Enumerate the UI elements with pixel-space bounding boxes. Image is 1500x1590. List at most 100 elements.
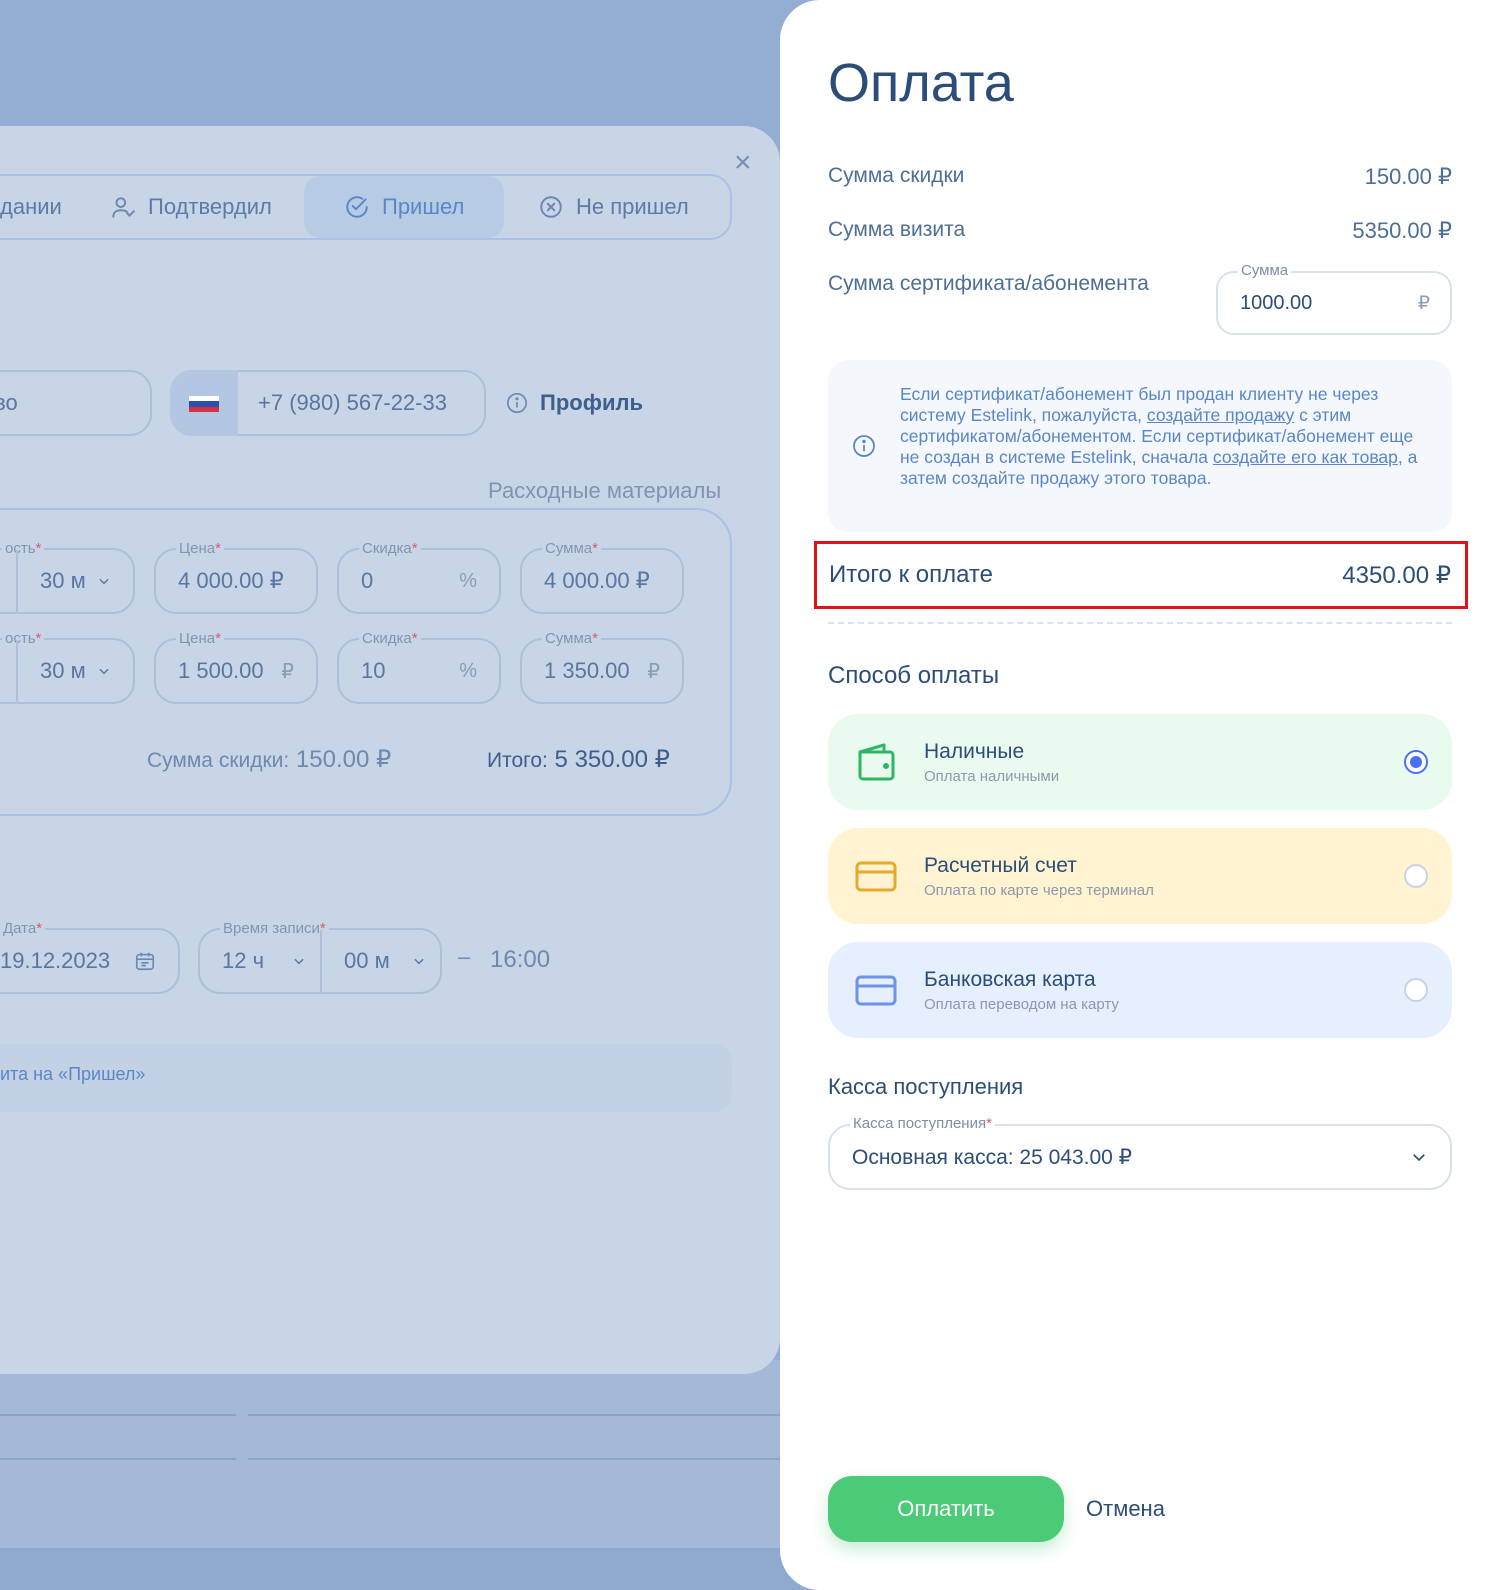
chevron-down-icon: [292, 954, 306, 973]
divider: [248, 1458, 780, 1460]
page-title: Оплата: [828, 53, 1014, 113]
input-value: 1000.00: [1240, 291, 1313, 314]
pay-button[interactable]: Оплатить: [828, 1476, 1064, 1542]
price-field[interactable]: Цена* 1 500.00 ₽: [154, 630, 318, 704]
client-name-value: тво: [0, 390, 18, 415]
currency-unit: ₽: [281, 660, 294, 683]
cashbox-heading: Касса поступления: [828, 1074, 1024, 1099]
profile-label: Профиль: [540, 390, 643, 415]
radio-unselected[interactable]: [1404, 978, 1428, 1002]
sum-value: 4 000.00 ₽: [544, 568, 650, 593]
radio-unselected[interactable]: [1404, 864, 1428, 888]
payment-option-account[interactable]: Расчетный счет Оплата по карте через тер…: [828, 828, 1452, 924]
payment-drawer: Оплата Сумма скидки 150.00 ₽ Сумма визит…: [780, 0, 1500, 1590]
consumables-link[interactable]: Расходные материалы: [488, 478, 721, 504]
visit-label: Сумма визита: [828, 218, 966, 241]
tab-status-waiting[interactable]: дании: [0, 176, 62, 238]
payment-option-cash[interactable]: Наличные Оплата наличными: [828, 714, 1452, 810]
end-time: 16:00: [490, 946, 551, 973]
total-summary: Итого: 5 350.00 ₽: [487, 746, 670, 773]
client-name-field[interactable]: тво: [0, 370, 152, 436]
divider: [0, 1458, 236, 1460]
info-text: Если сертификат/абонемент был продан кли…: [900, 384, 1418, 488]
tab-status-no-show[interactable]: Не пришел: [538, 176, 689, 238]
duration-value: 30 м: [40, 658, 86, 683]
discount-summary: Сумма скидки: 150.00 ₽: [147, 746, 392, 773]
info-icon: [506, 392, 528, 414]
percent-unit: %: [459, 569, 477, 592]
phone-value: +7 (980) 567-22-33: [258, 390, 447, 415]
price-field[interactable]: Цена* 4 000.00 ₽: [154, 540, 318, 614]
chevron-down-icon: [97, 550, 111, 612]
backdrop-top: [0, 0, 800, 130]
x-circle-icon: [538, 194, 564, 220]
minutes-value: 00 м: [344, 948, 390, 973]
status-note-text[interactable]: ита на «Пришел»: [0, 1064, 145, 1085]
discount-field[interactable]: Скидка* 0 %: [337, 540, 501, 614]
payment-option-bank-card[interactable]: Банковская карта Оплата переводом на кар…: [828, 942, 1452, 1038]
certificate-sum-input[interactable]: Сумма 1000.00 ₽: [1216, 262, 1452, 335]
discount-value: 150.00 ₽: [1364, 164, 1452, 189]
time-field[interactable]: Время записи* 12 ч 00 м: [198, 920, 442, 994]
check-circle-icon: [344, 194, 370, 220]
radio-selected[interactable]: [1404, 750, 1428, 774]
divider: [0, 1414, 236, 1416]
info-icon: [852, 434, 876, 458]
profile-link[interactable]: Профиль: [506, 390, 643, 416]
sum-value: 1 350.00: [544, 658, 630, 683]
option-title: Расчетный счет: [924, 854, 1077, 877]
cancel-button[interactable]: Отмена: [1086, 1476, 1165, 1542]
wallet-icon: [854, 740, 898, 784]
chevron-down-icon: [1410, 1148, 1428, 1166]
duration-field[interactable]: ость* 30 м: [0, 540, 135, 614]
close-icon[interactable]: ×: [734, 148, 752, 178]
date-value: 19.12.2023: [0, 948, 111, 973]
time-separator: –: [458, 944, 471, 969]
duration-field[interactable]: ость* 30 м: [0, 630, 135, 704]
backdrop-strip: [0, 1548, 800, 1590]
tab-label: Пришел: [382, 194, 465, 219]
tab-label: Не пришел: [576, 194, 689, 219]
create-sale-link[interactable]: создайте продажу: [1147, 405, 1294, 425]
currency-unit: ₽: [647, 660, 660, 683]
hours-value: 12 ч: [222, 948, 265, 973]
calendar-icon[interactable]: [134, 930, 156, 992]
total-label: Итого к оплате: [829, 561, 993, 588]
chevron-down-icon: [412, 954, 426, 973]
discount-value: 10: [361, 658, 386, 683]
status-tabs: дании Подтвердил Пришел Не пришел: [0, 174, 732, 240]
field-label: ость*: [2, 630, 45, 647]
discount-label: Сумма скидки: [828, 164, 965, 187]
visit-value: 5350.00 ₽: [1352, 218, 1452, 243]
create-product-link[interactable]: создайте его как товар: [1213, 447, 1398, 467]
russia-flag-icon: [189, 396, 219, 412]
discount-field[interactable]: Скидка* 10 %: [337, 630, 501, 704]
price-value: 1 500.00: [178, 658, 264, 683]
user-check-icon: [110, 194, 136, 220]
option-subtitle: Оплата по карте через терминал: [924, 882, 1154, 899]
country-flag[interactable]: [170, 370, 238, 436]
sum-field[interactable]: Сумма* 1 350.00 ₽: [520, 630, 684, 704]
total-highlight: Итого к оплате 4350.00 ₽: [814, 541, 1468, 609]
option-title: Банковская карта: [924, 968, 1096, 991]
option-title: Наличные: [924, 740, 1025, 763]
credit-card-icon: [854, 854, 898, 898]
divider: [248, 1414, 780, 1416]
tab-status-arrived[interactable]: Пришел: [304, 176, 505, 238]
chevron-down-icon: [97, 640, 111, 702]
cashbox-select[interactable]: Касса поступления* Основная касса: 25 04…: [828, 1115, 1452, 1190]
total-value: 4350.00 ₽: [1342, 561, 1451, 589]
payment-method-heading: Способ оплаты: [828, 662, 1000, 689]
select-value: Основная касса: 25 043.00 ₽: [852, 1145, 1133, 1169]
tab-label: Подтвердил: [148, 194, 272, 219]
option-subtitle: Оплата переводом на карту: [924, 996, 1119, 1013]
currency-unit: ₽: [1417, 292, 1430, 314]
field-label: ость*: [2, 540, 45, 557]
option-subtitle: Оплата наличными: [924, 768, 1060, 785]
tab-status-confirmed[interactable]: Подтвердил: [110, 176, 272, 238]
bank-card-icon: [854, 968, 898, 1012]
duration-value: 30 м: [40, 568, 86, 593]
tab-label: дании: [0, 194, 62, 219]
date-field[interactable]: Дата* 19.12.2023: [0, 920, 180, 994]
sum-field[interactable]: Сумма* 4 000.00 ₽: [520, 540, 684, 614]
